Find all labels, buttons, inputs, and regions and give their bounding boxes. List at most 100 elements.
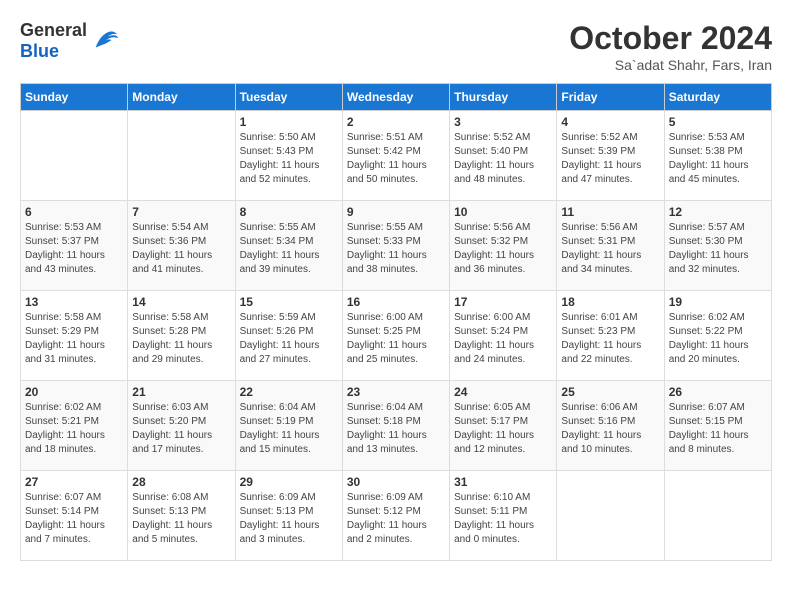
calendar-table: SundayMondayTuesdayWednesdayThursdayFrid… [20, 83, 772, 561]
calendar-cell: 25Sunrise: 6:06 AM Sunset: 5:16 PM Dayli… [557, 381, 664, 471]
day-number: 1 [240, 115, 338, 129]
weekday-header: Saturday [664, 84, 771, 111]
day-number: 12 [669, 205, 767, 219]
day-info: Sunrise: 6:00 AM Sunset: 5:24 PM Dayligh… [454, 311, 552, 367]
calendar-cell: 8 Sunrise: 5:55 AM Sunset: 5:34 PM Daylig… [235, 201, 342, 291]
logo-general-text: General Blue [20, 20, 87, 62]
day-number: 18 [561, 295, 659, 309]
calendar-cell: 15 Sunrise: 5:59 AM Sunset: 5:26 PM Dayli… [235, 291, 342, 381]
calendar-week-row: 27Sunrise: 6:07 AM Sunset: 5:14 PM Dayli… [21, 471, 772, 561]
day-number: 11 [561, 205, 659, 219]
day-info: Sunrise: 5:58 AM Sunset: 5:29 PM Dayligh… [25, 311, 123, 367]
day-info: Sunrise: 6:06 AM Sunset: 5:16 PM Dayligh… [561, 401, 659, 457]
day-info: Sunrise: 5:52 AM Sunset: 5:39 PM Dayligh… [561, 131, 659, 187]
page-header: General Blue October 2024 Sa`adat Shahr,… [20, 20, 772, 73]
day-info: Sunrise: 5:57 AM Sunset: 5:30 PM Dayligh… [669, 221, 767, 277]
day-number: 31 [454, 475, 552, 489]
calendar-cell: 31 Sunrise: 6:10 AM Sunset: 5:11 PM Dayli… [450, 471, 557, 561]
day-info: Sunrise: 5:53 AM Sunset: 5:38 PM Dayligh… [669, 131, 767, 187]
day-info: Sunrise: 5:55 AM Sunset: 5:33 PM Dayligh… [347, 221, 445, 277]
calendar-cell [557, 471, 664, 561]
calendar-cell: 21Sunrise: 6:03 AM Sunset: 5:20 PM Dayli… [128, 381, 235, 471]
month-title: October 2024 [569, 20, 772, 57]
day-info: Sunrise: 6:05 AM Sunset: 5:17 PM Dayligh… [454, 401, 552, 457]
day-info: Sunrise: 5:58 AM Sunset: 5:28 PM Dayligh… [132, 311, 230, 367]
day-number: 3 [454, 115, 552, 129]
weekday-header: Thursday [450, 84, 557, 111]
day-info: Sunrise: 6:04 AM Sunset: 5:18 PM Dayligh… [347, 401, 445, 457]
calendar-week-row: 6Sunrise: 5:53 AM Sunset: 5:37 PM Daylig… [21, 201, 772, 291]
day-info: Sunrise: 5:54 AM Sunset: 5:36 PM Dayligh… [132, 221, 230, 277]
day-info: Sunrise: 6:00 AM Sunset: 5:25 PM Dayligh… [347, 311, 445, 367]
calendar-cell: 27Sunrise: 6:07 AM Sunset: 5:14 PM Dayli… [21, 471, 128, 561]
day-info: Sunrise: 6:02 AM Sunset: 5:21 PM Dayligh… [25, 401, 123, 457]
day-number: 2 [347, 115, 445, 129]
day-info: Sunrise: 6:07 AM Sunset: 5:14 PM Dayligh… [25, 491, 123, 547]
day-info: Sunrise: 6:03 AM Sunset: 5:20 PM Dayligh… [132, 401, 230, 457]
day-number: 15 [240, 295, 338, 309]
day-number: 29 [240, 475, 338, 489]
calendar-cell: 23Sunrise: 6:04 AM Sunset: 5:18 PM Dayli… [342, 381, 449, 471]
calendar-cell: 13 Sunrise: 5:58 AM Sunset: 5:29 PM Dayli… [21, 291, 128, 381]
day-number: 16 [347, 295, 445, 309]
weekday-header: Sunday [21, 84, 128, 111]
weekday-header: Tuesday [235, 84, 342, 111]
day-number: 14 [132, 295, 230, 309]
calendar-cell: 4 Sunrise: 5:52 AM Sunset: 5:39 PM Daylig… [557, 111, 664, 201]
weekday-header: Monday [128, 84, 235, 111]
day-info: Sunrise: 5:55 AM Sunset: 5:34 PM Dayligh… [240, 221, 338, 277]
day-info: Sunrise: 6:02 AM Sunset: 5:22 PM Dayligh… [669, 311, 767, 367]
day-info: Sunrise: 5:56 AM Sunset: 5:32 PM Dayligh… [454, 221, 552, 277]
weekday-header: Wednesday [342, 84, 449, 111]
day-number: 17 [454, 295, 552, 309]
calendar-cell: 11Sunrise: 5:56 AM Sunset: 5:31 PM Dayli… [557, 201, 664, 291]
day-info: Sunrise: 6:01 AM Sunset: 5:23 PM Dayligh… [561, 311, 659, 367]
calendar-cell: 19 Sunrise: 6:02 AM Sunset: 5:22 PM Dayli… [664, 291, 771, 381]
calendar-cell: 2 Sunrise: 5:51 AM Sunset: 5:42 PM Daylig… [342, 111, 449, 201]
calendar-cell [664, 471, 771, 561]
calendar-cell [128, 111, 235, 201]
calendar-cell: 29 Sunrise: 6:09 AM Sunset: 5:13 PM Dayli… [235, 471, 342, 561]
day-info: Sunrise: 5:50 AM Sunset: 5:43 PM Dayligh… [240, 131, 338, 187]
calendar-cell: 17 Sunrise: 6:00 AM Sunset: 5:24 PM Dayli… [450, 291, 557, 381]
title-section: October 2024 Sa`adat Shahr, Fars, Iran [569, 20, 772, 73]
day-number: 13 [25, 295, 123, 309]
calendar-cell: 1 Sunrise: 5:50 AM Sunset: 5:43 PM Daylig… [235, 111, 342, 201]
day-number: 19 [669, 295, 767, 309]
logo: General Blue [20, 20, 119, 62]
calendar-week-row: 1 Sunrise: 5:50 AM Sunset: 5:43 PM Daylig… [21, 111, 772, 201]
day-number: 24 [454, 385, 552, 399]
day-info: Sunrise: 6:07 AM Sunset: 5:15 PM Dayligh… [669, 401, 767, 457]
day-info: Sunrise: 5:53 AM Sunset: 5:37 PM Dayligh… [25, 221, 123, 277]
calendar-header: SundayMondayTuesdayWednesdayThursdayFrid… [21, 84, 772, 111]
calendar-cell: 12 Sunrise: 5:57 AM Sunset: 5:30 PM Dayli… [664, 201, 771, 291]
calendar-body: 1 Sunrise: 5:50 AM Sunset: 5:43 PM Daylig… [21, 111, 772, 561]
calendar-cell: 20Sunrise: 6:02 AM Sunset: 5:21 PM Dayli… [21, 381, 128, 471]
location-subtitle: Sa`adat Shahr, Fars, Iran [569, 57, 772, 73]
calendar-cell: 5Sunrise: 5:53 AM Sunset: 5:38 PM Daylig… [664, 111, 771, 201]
day-info: Sunrise: 6:09 AM Sunset: 5:13 PM Dayligh… [240, 491, 338, 547]
day-info: Sunrise: 5:59 AM Sunset: 5:26 PM Dayligh… [240, 311, 338, 367]
calendar-cell: 30Sunrise: 6:09 AM Sunset: 5:12 PM Dayli… [342, 471, 449, 561]
calendar-cell: 24 Sunrise: 6:05 AM Sunset: 5:17 PM Dayli… [450, 381, 557, 471]
logo-bird-icon [91, 27, 119, 55]
calendar-cell: 10 Sunrise: 5:56 AM Sunset: 5:32 PM Dayli… [450, 201, 557, 291]
calendar-cell: 6Sunrise: 5:53 AM Sunset: 5:37 PM Daylig… [21, 201, 128, 291]
calendar-week-row: 13 Sunrise: 5:58 AM Sunset: 5:29 PM Dayli… [21, 291, 772, 381]
day-number: 4 [561, 115, 659, 129]
day-number: 26 [669, 385, 767, 399]
day-info: Sunrise: 6:10 AM Sunset: 5:11 PM Dayligh… [454, 491, 552, 547]
day-number: 28 [132, 475, 230, 489]
calendar-cell: 26 Sunrise: 6:07 AM Sunset: 5:15 PM Dayli… [664, 381, 771, 471]
calendar-cell [21, 111, 128, 201]
calendar-cell: 7Sunrise: 5:54 AM Sunset: 5:36 PM Daylig… [128, 201, 235, 291]
day-info: Sunrise: 5:51 AM Sunset: 5:42 PM Dayligh… [347, 131, 445, 187]
day-number: 8 [240, 205, 338, 219]
calendar-week-row: 20Sunrise: 6:02 AM Sunset: 5:21 PM Dayli… [21, 381, 772, 471]
day-number: 10 [454, 205, 552, 219]
day-number: 9 [347, 205, 445, 219]
calendar-cell: 9 Sunrise: 5:55 AM Sunset: 5:33 PM Daylig… [342, 201, 449, 291]
day-info: Sunrise: 6:08 AM Sunset: 5:13 PM Dayligh… [132, 491, 230, 547]
weekday-header: Friday [557, 84, 664, 111]
calendar-cell: 18 Sunrise: 6:01 AM Sunset: 5:23 PM Dayli… [557, 291, 664, 381]
